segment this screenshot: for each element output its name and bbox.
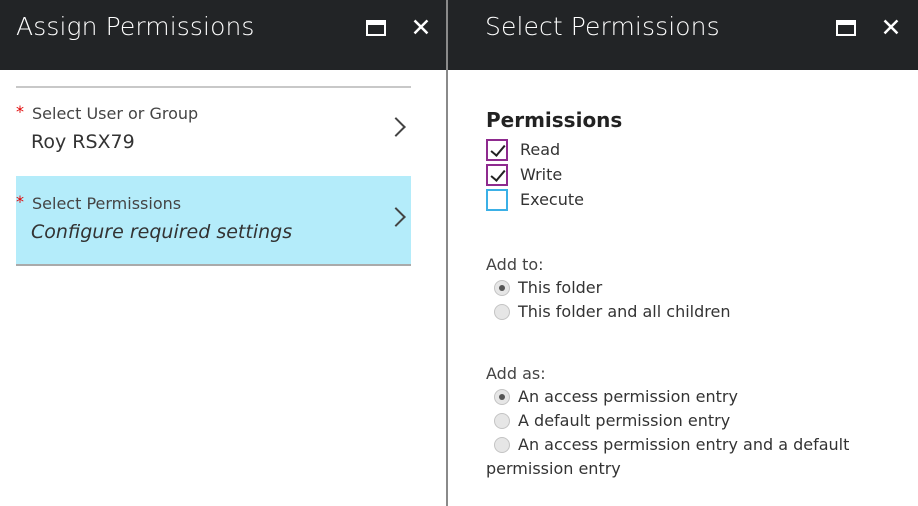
item-value: Configure required settings <box>31 221 293 243</box>
assign-permissions-blade: Assign Permissions ✕ * Select User or Gr… <box>0 0 446 506</box>
radio-button[interactable] <box>494 413 510 429</box>
required-marker: * <box>16 102 24 121</box>
maximize-button[interactable] <box>834 16 858 40</box>
add-as-label: Add as: <box>486 364 546 383</box>
permissions-heading: Permissions <box>486 108 623 132</box>
select-permissions-item[interactable]: * Select Permissions Configure required … <box>16 176 411 264</box>
write-checkbox[interactable] <box>486 164 508 186</box>
divider <box>16 86 411 88</box>
chevron-right-icon <box>386 117 406 137</box>
close-icon[interactable]: ✕ <box>879 15 903 40</box>
radio-label: An access permission entry <box>518 387 738 406</box>
item-value: Roy RSX79 <box>31 131 135 153</box>
checkmark-icon <box>490 141 506 157</box>
maximize-button[interactable] <box>364 16 388 40</box>
radio-label: An access permission entry and a default <box>518 435 850 454</box>
divider <box>16 264 411 266</box>
blade-header: Select Permissions ✕ <box>448 0 918 70</box>
blade-title: Select Permissions <box>485 12 720 41</box>
radio-label: A default permission entry <box>518 411 731 430</box>
maximize-icon <box>836 20 856 36</box>
radio-label: This folder <box>518 278 603 297</box>
radio-button[interactable] <box>494 280 510 296</box>
select-permissions-blade: Select Permissions ✕ Permissions Read Wr… <box>448 0 918 506</box>
blade-header: Assign Permissions ✕ <box>0 0 446 70</box>
read-checkbox[interactable] <box>486 139 508 161</box>
close-icon[interactable]: ✕ <box>409 15 433 40</box>
blade-title: Assign Permissions <box>16 12 255 41</box>
item-label: Select Permissions <box>32 194 182 213</box>
radio-button[interactable] <box>494 389 510 405</box>
radio-button[interactable] <box>494 304 510 320</box>
radio-label-continuation: permission entry <box>486 459 621 478</box>
radio-label: This folder and all children <box>518 302 731 321</box>
execute-checkbox[interactable] <box>486 189 508 211</box>
chevron-right-icon <box>386 207 406 227</box>
required-marker: * <box>16 192 24 211</box>
checkbox-label: Execute <box>520 190 584 209</box>
item-label: Select User or Group <box>32 104 199 123</box>
checkmark-icon <box>490 166 506 182</box>
radio-button[interactable] <box>494 437 510 453</box>
checkbox-label: Read <box>520 140 561 159</box>
add-to-label: Add to: <box>486 255 544 274</box>
select-user-or-group-item[interactable]: * Select User or Group Roy RSX79 <box>16 96 411 172</box>
maximize-icon <box>366 20 386 36</box>
checkbox-label: Write <box>520 165 563 184</box>
